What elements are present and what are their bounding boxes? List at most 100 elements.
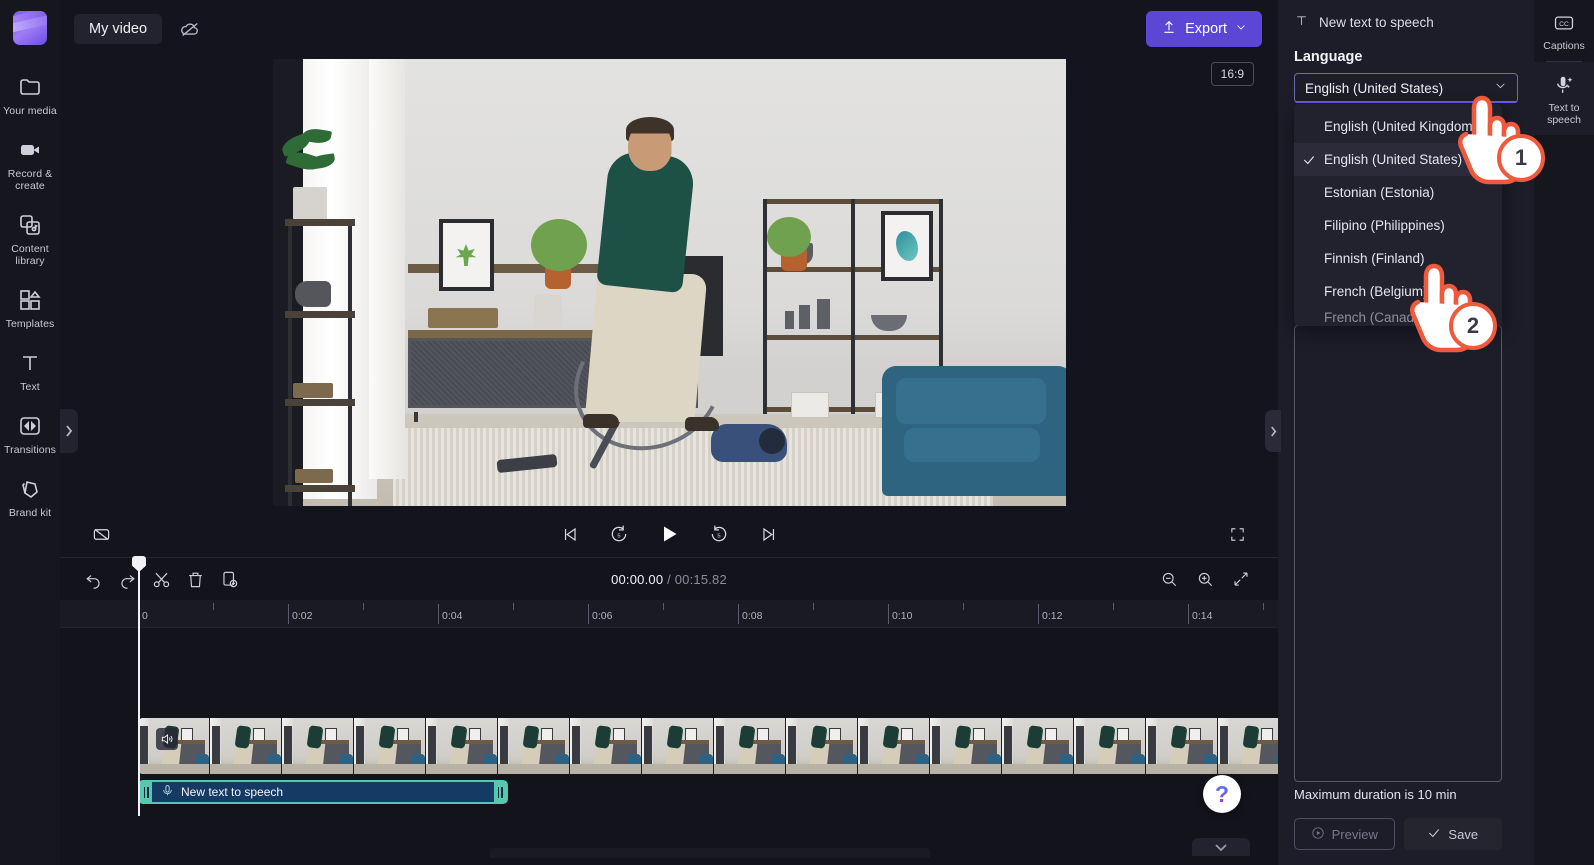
clip-trim-handle-left[interactable] [140, 782, 152, 802]
duplicate-button[interactable] [214, 564, 244, 594]
timeline-zoom-controls [1154, 564, 1260, 594]
folder-icon [17, 74, 43, 100]
sidebar-item-label: Transitions [3, 444, 57, 456]
ruler-label: 0:10 [892, 610, 913, 622]
video-clip[interactable] [138, 718, 1278, 774]
dropdown-option-label: French (Canada) [1324, 309, 1427, 325]
fit-to-timeline-icon[interactable] [1226, 564, 1256, 594]
play-button[interactable] [654, 519, 684, 549]
panel-collapse-handle[interactable] [1265, 410, 1281, 452]
forward-5-icon[interactable]: 5 [704, 519, 734, 549]
time-separator: / [663, 571, 675, 587]
video-camera-icon [17, 137, 43, 163]
dropdown-option-finnish[interactable]: Finnish (Finland) [1294, 242, 1502, 275]
undo-button[interactable] [78, 564, 108, 594]
sidebar-item-templates[interactable]: Templates [0, 280, 60, 336]
chevron-down-icon [1494, 79, 1507, 97]
text-icon [1294, 13, 1309, 31]
tab-captions[interactable]: CC Captions [1534, 0, 1594, 61]
export-button[interactable]: Export [1146, 10, 1262, 47]
callout-badge-1: 1 [1497, 134, 1545, 182]
ruler-label: 0:14 [1192, 610, 1213, 622]
editor-main: My video Export 16:9 5 5 ? 00:00.00 / 00… [60, 0, 1278, 865]
max-duration-note: Maximum duration is 10 min [1294, 787, 1457, 802]
panel-title: New text to speech [1319, 14, 1434, 30]
preview-curtain-2 [368, 59, 405, 479]
preview-plant-top [278, 126, 339, 223]
transport-controls: 5 5 [116, 519, 1222, 549]
clip-thumbnail [354, 718, 426, 774]
language-select-dropdown[interactable]: English (United States) [1294, 73, 1518, 103]
captions-off-icon[interactable] [86, 519, 116, 549]
speaker-icon[interactable] [156, 728, 178, 750]
dropdown-option-english-us[interactable]: English (United States) [1294, 143, 1502, 176]
sidebar-item-content-library[interactable]: Content library [0, 205, 60, 273]
skip-to-end-icon[interactable] [754, 519, 784, 549]
clip-thumbnail [1218, 718, 1278, 774]
preview-button[interactable]: Preview [1294, 818, 1395, 850]
rewind-5-icon[interactable]: 5 [604, 519, 634, 549]
playhead[interactable] [132, 556, 146, 816]
fullscreen-icon[interactable] [1222, 519, 1252, 549]
dropdown-option-estonian[interactable]: Estonian (Estonia) [1294, 176, 1502, 209]
timeline-collapse-button[interactable] [1192, 838, 1250, 856]
tts-text-input[interactable] [1294, 325, 1502, 782]
text-to-speech-clip[interactable]: New text to speech [138, 780, 508, 804]
sidebar-item-record-create[interactable]: Record & create [0, 130, 60, 198]
zoom-in-icon[interactable] [1190, 564, 1220, 594]
templates-icon [17, 287, 43, 313]
skip-to-start-icon[interactable] [554, 519, 584, 549]
language-dropdown-list[interactable]: English (United Kingdom) English (United… [1294, 104, 1502, 326]
language-label: Language [1294, 49, 1363, 65]
callout-number: 2 [1466, 313, 1480, 338]
clip-trim-handle-right[interactable] [494, 782, 506, 802]
clip-thumbnail [1074, 718, 1146, 774]
sidebar-item-text[interactable]: Text [0, 343, 60, 399]
dropdown-option-label: Filipino (Philippines) [1324, 218, 1445, 233]
cloud-sync-off-icon[interactable] [175, 14, 205, 44]
dropdown-option-label: Finnish (Finland) [1324, 251, 1425, 266]
clip-thumbnail [282, 718, 354, 774]
clip-thumbnail [642, 718, 714, 774]
delete-button[interactable] [180, 564, 210, 594]
dropdown-option-label: Estonian (Estonia) [1324, 185, 1435, 200]
clipchamp-logo[interactable] [13, 11, 47, 45]
sidebar-item-brand-kit[interactable]: Brand kit [0, 469, 60, 525]
sidebar-collapse-handle[interactable] [60, 409, 78, 453]
time-display: 00:00.00 / 00:15.82 [611, 572, 727, 587]
tab-text-to-speech[interactable]: Text to speech [1534, 62, 1594, 135]
preview-person-body [595, 149, 696, 294]
cc-icon: CC [1551, 10, 1577, 36]
panel-actions: Preview Save [1294, 818, 1502, 850]
sidebar-item-label: Your media [3, 105, 57, 117]
clip-thumbnail [426, 718, 498, 774]
right-sidebar: CC Captions Text to speech [1534, 0, 1594, 865]
brand-kit-icon [17, 476, 43, 502]
video-preview[interactable] [272, 59, 1066, 506]
content-library-icon [17, 212, 43, 238]
timeline-panel: 00:00.00 / 00:15.82 0 0:02 0:04 0:06 0:0… [60, 556, 1278, 865]
text-to-speech-panel: New text to speech Language English (Uni… [1265, 0, 1534, 865]
check-icon [1302, 153, 1324, 167]
save-button[interactable]: Save [1403, 818, 1502, 850]
dropdown-option-english-uk[interactable]: English (United Kingdom) [1294, 110, 1502, 143]
timeline-toolbar: 00:00.00 / 00:15.82 [60, 558, 1278, 600]
split-button[interactable] [146, 564, 176, 594]
sidebar-item-your-media[interactable]: Your media [0, 67, 60, 123]
zoom-out-icon[interactable] [1154, 564, 1184, 594]
aspect-ratio-badge[interactable]: 16:9 [1210, 62, 1254, 86]
project-name-field[interactable]: My video [74, 13, 163, 44]
sidebar-item-label: Brand kit [8, 507, 52, 519]
sidebar-item-transitions[interactable]: Transitions [0, 406, 60, 462]
sidebar-item-label: Record & create [7, 168, 53, 192]
player-controls: 5 5 [60, 511, 1278, 557]
microphone-sparkle-icon [1551, 72, 1577, 98]
dropdown-option-filipino[interactable]: Filipino (Philippines) [1294, 209, 1502, 242]
help-button[interactable]: ? [1203, 775, 1241, 813]
check-icon [1427, 826, 1441, 843]
preview-label: Preview [1331, 826, 1378, 842]
timeline-scrollbar[interactable] [490, 848, 930, 858]
tts-clip-label-group: New text to speech [161, 784, 283, 800]
export-label: Export [1185, 20, 1227, 37]
timeline-ruler[interactable]: 0 0:02 0:04 0:06 0:08 0:10 0:12 0:14 [60, 600, 1278, 628]
